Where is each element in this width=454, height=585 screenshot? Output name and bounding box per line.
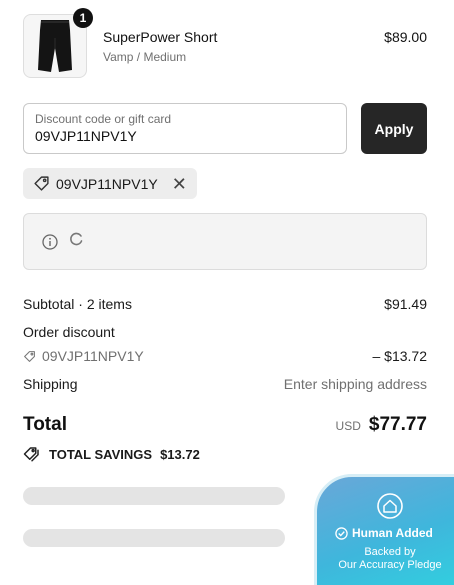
total-savings: TOTAL SAVINGS $13.72 (23, 445, 200, 463)
loading-placeholder (23, 529, 285, 547)
badge-title-row: Human Added (335, 526, 433, 540)
savings-value: $13.72 (160, 446, 200, 462)
total-label: Total (23, 414, 67, 435)
info-icon (42, 234, 58, 250)
subtotal-row: Subtotal · 2 items $91.49 (23, 296, 427, 312)
subtotal-value: $91.49 (384, 296, 427, 312)
order-discount-label: Order discount (23, 324, 115, 340)
shipping-value: Enter shipping address (283, 376, 427, 392)
total-amount: $77.77 (368, 414, 427, 435)
shipping-label: Shipping (23, 376, 78, 392)
quantity-badge: 1 (73, 8, 93, 28)
tags-icon (23, 447, 39, 462)
spinner-icon (70, 232, 83, 246)
discount-field-label: Discount code or gift card (35, 112, 172, 126)
subtotal-label: Subtotal · 2 items (23, 296, 132, 312)
info-loading-box (23, 213, 427, 270)
applied-discount-code: 09VJP11NPV1Y (56, 175, 158, 192)
badge-subtitle: Backed by Our Accuracy Pledge (327, 546, 453, 572)
close-icon[interactable]: ✕ (172, 175, 187, 193)
product-variant: Vamp / Medium (103, 50, 187, 64)
discount-code-text: 09VJP11NPV1Y (42, 348, 144, 364)
loading-placeholder (23, 487, 285, 505)
check-circle-icon (335, 526, 348, 540)
discount-amount: – $13.72 (372, 348, 428, 364)
house-shield-icon (377, 493, 403, 519)
apply-button[interactable]: Apply (361, 103, 427, 154)
currency-code: USD (335, 419, 361, 433)
cart-line-item: 1 SuperPower Short Vamp / Medium $89.00 (23, 8, 427, 78)
tag-icon (24, 350, 35, 362)
product-name: SuperPower Short (103, 29, 218, 45)
discount-field-value[interactable]: 09VJP11NPV1Y (35, 128, 335, 144)
shipping-row: Shipping Enter shipping address (23, 376, 427, 392)
trust-badge[interactable]: Human Added Backed by Our Accuracy Pledg… (314, 474, 454, 585)
product-price: $89.00 (384, 29, 427, 45)
order-discount-row: Order discount (23, 324, 427, 340)
tag-icon (34, 176, 49, 191)
total-amount-group: USD $77.77 (336, 414, 427, 436)
savings-label: TOTAL SAVINGS (49, 446, 153, 462)
badge-title: Human Added (352, 526, 433, 540)
discount-code-row: 09VJP11NPV1Y – $13.72 (23, 348, 427, 366)
badge-subtitle-line2: Our Accuracy Pledge (338, 559, 442, 571)
applied-discount-chip: 09VJP11NPV1Y ✕ (23, 168, 197, 199)
discount-code-line: 09VJP11NPV1Y (23, 348, 144, 364)
discount-code-input[interactable]: Discount code or gift card 09VJP11NPV1Y (23, 103, 347, 154)
badge-subtitle-line1: Backed by (364, 546, 416, 558)
shorts-product-image (38, 20, 72, 72)
